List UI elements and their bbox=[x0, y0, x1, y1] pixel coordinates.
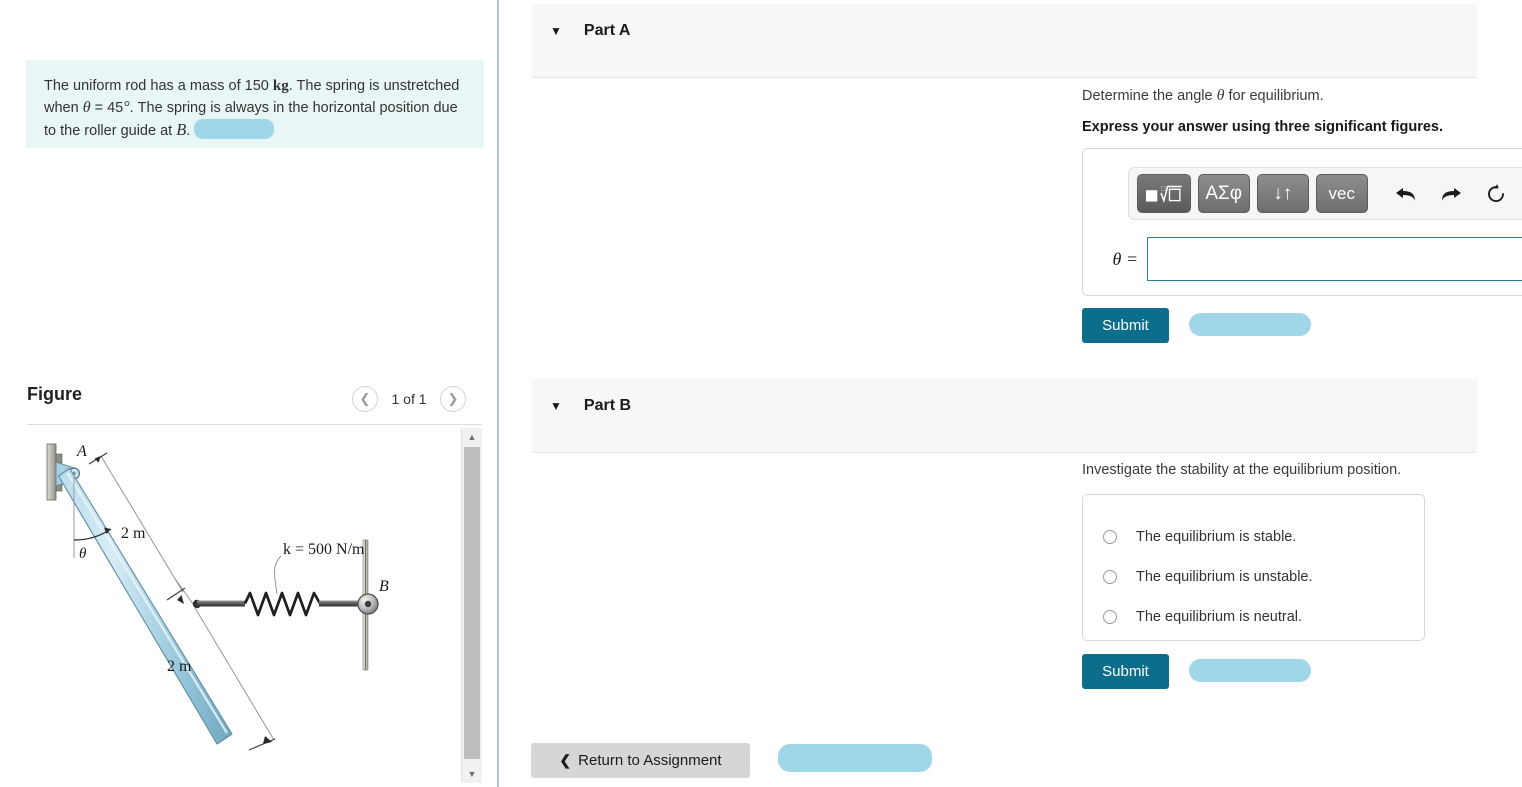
figure-lower-length-label: 2 m bbox=[167, 658, 192, 675]
part-a-answer-input[interactable] bbox=[1147, 237, 1522, 281]
part-b-prompt: Investigate the stability at the equilib… bbox=[1082, 462, 1402, 478]
svg-text:□: □ bbox=[1161, 184, 1166, 193]
part-a-answer-label: θ = bbox=[1112, 248, 1139, 269]
redaction-mark-problem bbox=[194, 119, 275, 139]
redaction-mark-part-b bbox=[1189, 659, 1311, 682]
sub-superscript-button[interactable]: ↓↑ bbox=[1256, 174, 1309, 213]
choice-label-unstable: The equilibrium is unstable. bbox=[1136, 569, 1313, 585]
part-a-header[interactable]: ▼ Part A bbox=[532, 4, 1477, 78]
problem-text-1: The uniform rod has a mass of 150 bbox=[44, 78, 269, 94]
part-a-answer-box: □ ΑΣφ ↓↑ vec θ = bbox=[1082, 148, 1522, 296]
right-panel: ▼ Part A Determine the angle θ for equil… bbox=[499, 0, 1522, 787]
part-a-instruction: Express your answer using three signific… bbox=[1082, 119, 1443, 135]
part-a-title: Part A bbox=[583, 22, 631, 39]
problem-text-3: = 45 bbox=[94, 100, 124, 116]
page-root: The uniform rod has a mass of 150 kg. Th… bbox=[0, 0, 1522, 787]
figure-point-b-label: B bbox=[379, 578, 389, 595]
undo-arrow-glyph bbox=[1396, 187, 1416, 201]
choice-option-stable[interactable]: The equilibrium is stable. bbox=[1083, 517, 1424, 557]
part-b-submit-button[interactable]: Submit bbox=[1082, 654, 1169, 689]
template-icon: □ bbox=[1145, 184, 1182, 203]
return-to-assignment-label: Return to Assignment bbox=[578, 752, 722, 769]
mechanics-diagram: θ 2 m 2 m B A k = 500 N/m bbox=[46, 443, 389, 751]
chevron-left-icon: ❮ bbox=[559, 752, 572, 768]
problem-mass-unit: kg bbox=[272, 78, 289, 94]
choice-label-neutral: The equilibrium is neutral. bbox=[1136, 609, 1303, 625]
vector-label: vec bbox=[1328, 183, 1355, 203]
problem-statement-text: The uniform rod has a mass of 150 kg. Th… bbox=[44, 76, 470, 142]
redaction-mark-footer bbox=[778, 744, 932, 772]
figure-point-a-label: A bbox=[76, 443, 87, 460]
part-a-collapse-icon[interactable]: ▼ bbox=[550, 22, 562, 40]
redo-icon[interactable] bbox=[1432, 176, 1470, 212]
sub-superscript-label: ↓↑ bbox=[1273, 182, 1293, 204]
part-a-prompt: Determine the angle θ for equilibrium. bbox=[1082, 87, 1324, 105]
return-to-assignment-button[interactable]: ❮ Return to Assignment bbox=[531, 743, 750, 778]
scrollbar-thumb[interactable] bbox=[464, 447, 480, 759]
figure-title: Figure bbox=[27, 384, 83, 404]
part-a-answer-row: θ = bbox=[1099, 237, 1522, 281]
figure-spring-constant-label: k = 500 N/m bbox=[283, 541, 365, 558]
part-b-header[interactable]: ▼ Part B bbox=[532, 379, 1477, 453]
reset-icon[interactable] bbox=[1477, 176, 1515, 212]
figure-prev-button[interactable]: ❮ bbox=[352, 386, 378, 412]
part-b-title: Part B bbox=[583, 397, 632, 414]
choice-option-unstable[interactable]: The equilibrium is unstable. bbox=[1083, 557, 1424, 597]
greek-letters-label: ΑΣφ bbox=[1205, 182, 1243, 204]
part-a-submit-button[interactable]: Submit bbox=[1082, 308, 1169, 343]
radio-stable[interactable] bbox=[1103, 530, 1117, 544]
figure-theta-label: θ bbox=[79, 546, 87, 562]
choice-label-stable: The equilibrium is stable. bbox=[1136, 529, 1297, 545]
vector-button[interactable]: vec bbox=[1315, 174, 1368, 213]
radio-neutral[interactable] bbox=[1103, 610, 1117, 624]
greek-letters-button[interactable]: ΑΣφ bbox=[1197, 174, 1250, 213]
part-b-choice-group: The equilibrium is stable. The equilibri… bbox=[1082, 494, 1425, 641]
redo-arrow-glyph bbox=[1441, 187, 1461, 201]
figure-divider bbox=[27, 424, 482, 425]
figure-navigation: ❮ 1 of 1 ❯ bbox=[352, 385, 482, 413]
math-template-button[interactable]: □ bbox=[1137, 174, 1191, 213]
problem-text-5: . bbox=[186, 123, 191, 139]
figure-scrollbar[interactable]: ▲ ▼ bbox=[461, 428, 482, 783]
part-a-prompt-post: for equilibrium. bbox=[1228, 88, 1324, 104]
problem-statement: The uniform rod has a mass of 150 kg. Th… bbox=[26, 60, 484, 148]
reset-circle-glyph bbox=[1487, 183, 1504, 202]
figure-next-button[interactable]: ❯ bbox=[440, 386, 466, 412]
choice-option-neutral[interactable]: The equilibrium is neutral. bbox=[1083, 597, 1424, 637]
part-a-prompt-variable: θ bbox=[1216, 87, 1225, 104]
scroll-down-icon[interactable]: ▼ bbox=[462, 765, 482, 783]
figure-upper-length-label: 2 m bbox=[121, 525, 146, 542]
problem-point-b: B bbox=[176, 120, 187, 139]
figure-viewport: θ 2 m 2 m B A k = 500 N/m bbox=[27, 428, 460, 783]
part-a-prompt-pre: Determine the angle bbox=[1082, 88, 1213, 104]
part-b-collapse-icon[interactable]: ▼ bbox=[550, 397, 562, 415]
left-panel: The uniform rod has a mass of 150 kg. Th… bbox=[0, 0, 489, 787]
undo-icon[interactable] bbox=[1387, 176, 1425, 212]
scroll-up-icon[interactable]: ▲ bbox=[462, 428, 482, 446]
redaction-mark-part-a bbox=[1189, 313, 1311, 336]
problem-theta-symbol: θ bbox=[82, 99, 91, 116]
figure-counter: 1 of 1 bbox=[391, 391, 427, 407]
radio-unstable[interactable] bbox=[1103, 570, 1117, 584]
math-toolbar: □ ΑΣφ ↓↑ vec bbox=[1128, 167, 1522, 220]
